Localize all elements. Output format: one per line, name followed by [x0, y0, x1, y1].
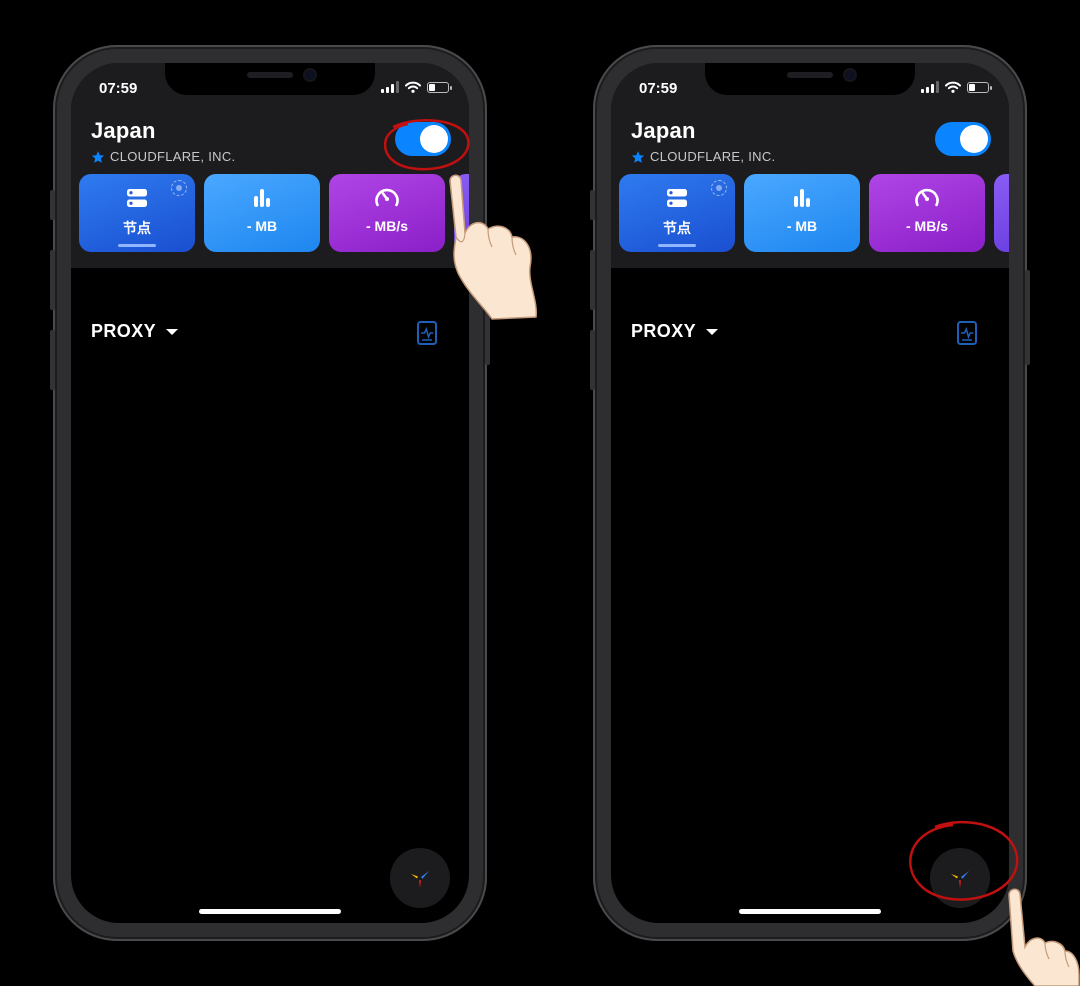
tile-nodes[interactable]: 节点 [619, 174, 735, 252]
phone-right: 07:59 Japan CLOUDFLARE, INC. 节点 - MB - M… [590, 45, 1080, 986]
stats-tiles: 节点 - MB - MB/s [79, 174, 469, 252]
phone-screen: 07:59 Japan CLOUDFLARE, INC. 节点 - MB - M… [611, 63, 1009, 923]
volume-down-button [590, 330, 595, 390]
battery-icon [967, 81, 992, 93]
front-camera [305, 70, 315, 80]
tile-traffic[interactable]: - MB [204, 174, 320, 252]
speaker [787, 72, 833, 78]
proxy-group-selector[interactable]: PROXY [91, 321, 179, 342]
speaker [247, 72, 293, 78]
mute-switch [50, 190, 55, 220]
stash-logo-icon [951, 871, 969, 888]
location-title: Japan [631, 118, 696, 143]
battery-icon [427, 81, 452, 93]
location-title: Japan [91, 118, 156, 143]
speedometer-icon [915, 188, 939, 207]
status-icons [381, 81, 452, 93]
stash-fab[interactable] [390, 848, 450, 908]
status-time: 07:59 [639, 80, 678, 97]
star-icon [91, 150, 105, 163]
mute-switch [590, 190, 595, 220]
volume-up-button [50, 250, 55, 310]
vpn-toggle[interactable] [395, 122, 451, 156]
chevron-down-icon [706, 328, 719, 335]
toggle-knob [420, 125, 448, 153]
tile-nodes-label: 节点 [123, 220, 151, 236]
volume-down-button [50, 330, 55, 390]
wifi-icon [405, 81, 421, 93]
server-icon [667, 189, 687, 207]
tile-speed[interactable]: - MB/s [329, 174, 445, 252]
power-button [1025, 270, 1030, 365]
latency-test-icon[interactable] [711, 180, 727, 196]
tile-nodes-label: 节点 [663, 220, 691, 236]
cellular-signal-icon [921, 81, 939, 93]
tile-more[interactable] [994, 174, 1009, 252]
provider-subtitle: CLOUDFLARE, INC. [91, 149, 235, 164]
wifi-icon [945, 81, 961, 93]
star-icon [631, 150, 645, 163]
phone-left: 07:59 Japan CLOUDFLARE, INC. 节点 - MB - M… [50, 45, 537, 941]
cellular-signal-icon [381, 81, 399, 93]
tile-traffic-label: - MB [246, 218, 278, 234]
provider-name: CLOUDFLARE, INC. [650, 149, 776, 164]
home-indicator[interactable] [199, 909, 341, 914]
tile-nodes[interactable]: 节点 [79, 174, 195, 252]
tile-speed[interactable]: - MB/s [869, 174, 985, 252]
front-camera [845, 70, 855, 80]
stash-fab[interactable] [930, 848, 990, 908]
phone-screen: 07:59 Japan CLOUDFLARE, INC. 节点 - MB - M… [71, 63, 469, 923]
tile-selected-indicator [658, 244, 696, 247]
home-indicator[interactable] [739, 909, 881, 914]
proxy-group-title: PROXY [631, 321, 697, 341]
volume-up-button [590, 250, 595, 310]
provider-subtitle: CLOUDFLARE, INC. [631, 149, 775, 164]
notch [165, 63, 375, 95]
log-icon[interactable] [956, 320, 978, 346]
notch [705, 63, 915, 95]
proxy-group-title: PROXY [91, 321, 157, 341]
power-button [485, 270, 490, 365]
latency-test-icon[interactable] [171, 180, 187, 196]
tile-more[interactable] [454, 174, 469, 252]
bar-chart-icon [254, 189, 270, 207]
status-time: 07:59 [99, 80, 138, 97]
tile-traffic[interactable]: - MB [744, 174, 860, 252]
chevron-down-icon [166, 328, 179, 335]
stats-tiles: 节点 - MB - MB/s [619, 174, 1009, 252]
speedometer-icon [375, 188, 399, 207]
tile-speed-label: - MB/s [366, 218, 408, 234]
tile-speed-label: - MB/s [906, 218, 948, 234]
toggle-knob [960, 125, 988, 153]
bar-chart-icon [794, 189, 810, 207]
proxy-group-selector[interactable]: PROXY [631, 321, 719, 342]
tile-traffic-label: - MB [786, 218, 818, 234]
server-icon [127, 189, 147, 207]
stash-logo-icon [411, 871, 429, 888]
status-icons [921, 81, 992, 93]
log-icon[interactable] [416, 320, 438, 346]
provider-name: CLOUDFLARE, INC. [110, 149, 236, 164]
tile-selected-indicator [118, 244, 156, 247]
vpn-toggle[interactable] [935, 122, 991, 156]
